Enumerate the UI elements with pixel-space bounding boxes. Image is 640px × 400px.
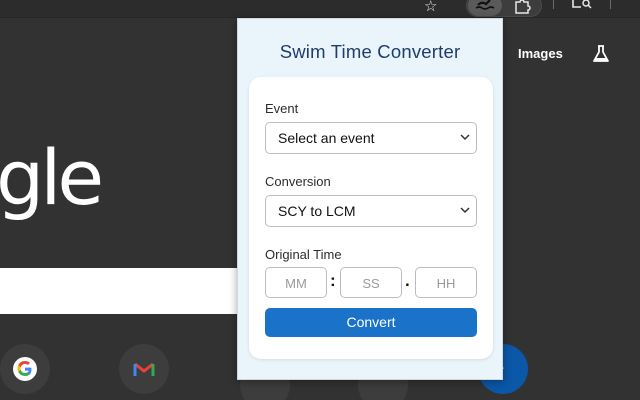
time-separator: : [330,271,336,290]
browser-toolbar: ☆ [0,0,640,18]
minutes-placeholder: MM [285,276,307,291]
gmail-icon [132,357,156,381]
swimmer-extension-icon[interactable] [468,0,502,16]
labs-flask-icon[interactable] [591,44,611,69]
seconds-placeholder: SS [362,276,380,291]
gmail-shortcut[interactable] [119,344,169,394]
conversion-select-value: SCY to LCM [278,203,356,219]
toolbar-divider [553,0,554,9]
swim-converter-popup: Swim Time Converter Event Select an even… [237,18,503,380]
minutes-input[interactable]: MM [265,267,327,298]
toolbar-divider [610,0,611,9]
converter-card: Event Select an event Conversion SCY to … [249,77,493,359]
google-shortcut[interactable] [0,344,50,394]
chevron-down-icon [460,134,470,141]
conversion-select[interactable]: SCY to LCM [265,195,477,227]
time-separator: . [405,271,410,290]
event-select-value: Select an event [278,130,375,146]
google-g-icon [13,357,37,381]
hundredths-placeholder: HH [436,276,456,291]
star-icon[interactable]: ☆ [424,0,437,16]
conversion-label: Conversion [265,174,331,189]
puzzle-icon[interactable] [514,0,532,19]
original-time-label: Original Time [265,247,342,262]
event-select[interactable]: Select an event [265,122,477,154]
hundredths-input[interactable]: HH [415,267,477,298]
google-search-box[interactable] [0,268,238,314]
chevron-down-icon [460,207,470,214]
lens-icon[interactable] [571,0,593,17]
popup-title: Swim Time Converter [279,41,461,62]
google-logo-fragment: gle [0,133,104,222]
convert-button[interactable]: Convert [265,308,477,337]
images-link[interactable]: Images [518,46,563,61]
event-label: Event [265,101,299,116]
seconds-input[interactable]: SS [340,267,402,298]
